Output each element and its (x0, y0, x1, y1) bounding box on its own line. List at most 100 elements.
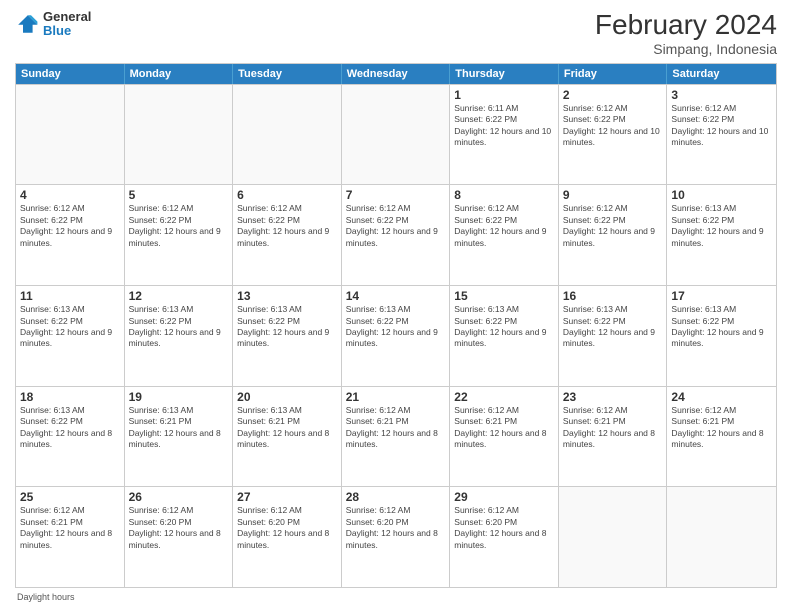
day-number: 24 (671, 390, 772, 404)
day-info: Sunrise: 6:12 AMSunset: 6:22 PMDaylight:… (346, 203, 446, 249)
day-info: Sunrise: 6:13 AMSunset: 6:22 PMDaylight:… (346, 304, 446, 350)
day-cell-20: 20Sunrise: 6:13 AMSunset: 6:21 PMDayligh… (233, 387, 342, 487)
logo-icon (15, 12, 39, 36)
calendar-row-0: 1Sunrise: 6:11 AMSunset: 6:22 PMDaylight… (16, 84, 776, 185)
day-cell-11: 11Sunrise: 6:13 AMSunset: 6:22 PMDayligh… (16, 286, 125, 386)
empty-cell (125, 85, 234, 185)
calendar-title: February 2024 (595, 10, 777, 41)
day-number: 6 (237, 188, 337, 202)
day-cell-8: 8Sunrise: 6:12 AMSunset: 6:22 PMDaylight… (450, 185, 559, 285)
day-number: 9 (563, 188, 663, 202)
logo: General Blue (15, 10, 91, 39)
day-info: Sunrise: 6:12 AMSunset: 6:22 PMDaylight:… (671, 103, 772, 149)
day-cell-3: 3Sunrise: 6:12 AMSunset: 6:22 PMDaylight… (667, 85, 776, 185)
day-cell-25: 25Sunrise: 6:12 AMSunset: 6:21 PMDayligh… (16, 487, 125, 587)
day-info: Sunrise: 6:13 AMSunset: 6:22 PMDaylight:… (20, 304, 120, 350)
empty-cell (559, 487, 668, 587)
day-number: 28 (346, 490, 446, 504)
day-header-thursday: Thursday (450, 64, 559, 84)
day-cell-7: 7Sunrise: 6:12 AMSunset: 6:22 PMDaylight… (342, 185, 451, 285)
day-number: 21 (346, 390, 446, 404)
day-number: 14 (346, 289, 446, 303)
page: General Blue February 2024 Simpang, Indo… (0, 0, 792, 612)
calendar-body: 1Sunrise: 6:11 AMSunset: 6:22 PMDaylight… (16, 84, 776, 587)
day-cell-2: 2Sunrise: 6:12 AMSunset: 6:22 PMDaylight… (559, 85, 668, 185)
day-info: Sunrise: 6:12 AMSunset: 6:20 PMDaylight:… (454, 505, 554, 551)
day-info: Sunrise: 6:13 AMSunset: 6:22 PMDaylight:… (454, 304, 554, 350)
day-info: Sunrise: 6:12 AMSunset: 6:21 PMDaylight:… (454, 405, 554, 451)
header: General Blue February 2024 Simpang, Indo… (15, 10, 777, 57)
day-info: Sunrise: 6:12 AMSunset: 6:22 PMDaylight:… (20, 203, 120, 249)
day-cell-4: 4Sunrise: 6:12 AMSunset: 6:22 PMDaylight… (16, 185, 125, 285)
day-info: Sunrise: 6:12 AMSunset: 6:22 PMDaylight:… (454, 203, 554, 249)
calendar-row-3: 18Sunrise: 6:13 AMSunset: 6:22 PMDayligh… (16, 386, 776, 487)
day-cell-1: 1Sunrise: 6:11 AMSunset: 6:22 PMDaylight… (450, 85, 559, 185)
day-info: Sunrise: 6:12 AMSunset: 6:22 PMDaylight:… (563, 103, 663, 149)
empty-cell (667, 487, 776, 587)
day-info: Sunrise: 6:13 AMSunset: 6:22 PMDaylight:… (563, 304, 663, 350)
logo-text: General Blue (43, 10, 91, 39)
day-cell-27: 27Sunrise: 6:12 AMSunset: 6:20 PMDayligh… (233, 487, 342, 587)
day-cell-5: 5Sunrise: 6:12 AMSunset: 6:22 PMDaylight… (125, 185, 234, 285)
day-info: Sunrise: 6:12 AMSunset: 6:21 PMDaylight:… (20, 505, 120, 551)
calendar-header-row: SundayMondayTuesdayWednesdayThursdayFrid… (16, 64, 776, 84)
day-number: 1 (454, 88, 554, 102)
day-number: 7 (346, 188, 446, 202)
day-info: Sunrise: 6:12 AMSunset: 6:21 PMDaylight:… (346, 405, 446, 451)
day-number: 17 (671, 289, 772, 303)
day-info: Sunrise: 6:12 AMSunset: 6:22 PMDaylight:… (129, 203, 229, 249)
day-info: Sunrise: 6:13 AMSunset: 6:22 PMDaylight:… (671, 203, 772, 249)
day-cell-19: 19Sunrise: 6:13 AMSunset: 6:21 PMDayligh… (125, 387, 234, 487)
day-info: Sunrise: 6:13 AMSunset: 6:21 PMDaylight:… (237, 405, 337, 451)
day-number: 3 (671, 88, 772, 102)
day-cell-12: 12Sunrise: 6:13 AMSunset: 6:22 PMDayligh… (125, 286, 234, 386)
day-cell-17: 17Sunrise: 6:13 AMSunset: 6:22 PMDayligh… (667, 286, 776, 386)
logo-line1: General (43, 10, 91, 24)
day-number: 5 (129, 188, 229, 202)
day-info: Sunrise: 6:13 AMSunset: 6:22 PMDaylight:… (237, 304, 337, 350)
day-header-tuesday: Tuesday (233, 64, 342, 84)
empty-cell (342, 85, 451, 185)
day-number: 10 (671, 188, 772, 202)
day-header-wednesday: Wednesday (342, 64, 451, 84)
day-number: 13 (237, 289, 337, 303)
calendar-row-1: 4Sunrise: 6:12 AMSunset: 6:22 PMDaylight… (16, 184, 776, 285)
day-cell-28: 28Sunrise: 6:12 AMSunset: 6:20 PMDayligh… (342, 487, 451, 587)
logo-line2: Blue (43, 24, 91, 38)
day-number: 29 (454, 490, 554, 504)
day-number: 11 (20, 289, 120, 303)
day-number: 4 (20, 188, 120, 202)
day-number: 19 (129, 390, 229, 404)
day-info: Sunrise: 6:11 AMSunset: 6:22 PMDaylight:… (454, 103, 554, 149)
day-number: 20 (237, 390, 337, 404)
title-block: February 2024 Simpang, Indonesia (595, 10, 777, 57)
day-cell-24: 24Sunrise: 6:12 AMSunset: 6:21 PMDayligh… (667, 387, 776, 487)
calendar-row-2: 11Sunrise: 6:13 AMSunset: 6:22 PMDayligh… (16, 285, 776, 386)
day-number: 2 (563, 88, 663, 102)
day-number: 16 (563, 289, 663, 303)
day-cell-16: 16Sunrise: 6:13 AMSunset: 6:22 PMDayligh… (559, 286, 668, 386)
day-info: Sunrise: 6:13 AMSunset: 6:21 PMDaylight:… (129, 405, 229, 451)
day-number: 22 (454, 390, 554, 404)
day-number: 18 (20, 390, 120, 404)
day-cell-13: 13Sunrise: 6:13 AMSunset: 6:22 PMDayligh… (233, 286, 342, 386)
day-number: 12 (129, 289, 229, 303)
day-info: Sunrise: 6:13 AMSunset: 6:22 PMDaylight:… (671, 304, 772, 350)
day-header-friday: Friday (559, 64, 668, 84)
day-cell-10: 10Sunrise: 6:13 AMSunset: 6:22 PMDayligh… (667, 185, 776, 285)
day-header-sunday: Sunday (16, 64, 125, 84)
day-info: Sunrise: 6:12 AMSunset: 6:20 PMDaylight:… (237, 505, 337, 551)
day-cell-26: 26Sunrise: 6:12 AMSunset: 6:20 PMDayligh… (125, 487, 234, 587)
day-header-saturday: Saturday (667, 64, 776, 84)
day-info: Sunrise: 6:12 AMSunset: 6:20 PMDaylight:… (346, 505, 446, 551)
day-header-monday: Monday (125, 64, 234, 84)
day-number: 25 (20, 490, 120, 504)
calendar-subtitle: Simpang, Indonesia (595, 41, 777, 57)
day-info: Sunrise: 6:12 AMSunset: 6:21 PMDaylight:… (563, 405, 663, 451)
day-info: Sunrise: 6:12 AMSunset: 6:20 PMDaylight:… (129, 505, 229, 551)
day-cell-9: 9Sunrise: 6:12 AMSunset: 6:22 PMDaylight… (559, 185, 668, 285)
empty-cell (16, 85, 125, 185)
calendar: SundayMondayTuesdayWednesdayThursdayFrid… (15, 63, 777, 588)
day-cell-18: 18Sunrise: 6:13 AMSunset: 6:22 PMDayligh… (16, 387, 125, 487)
day-cell-23: 23Sunrise: 6:12 AMSunset: 6:21 PMDayligh… (559, 387, 668, 487)
